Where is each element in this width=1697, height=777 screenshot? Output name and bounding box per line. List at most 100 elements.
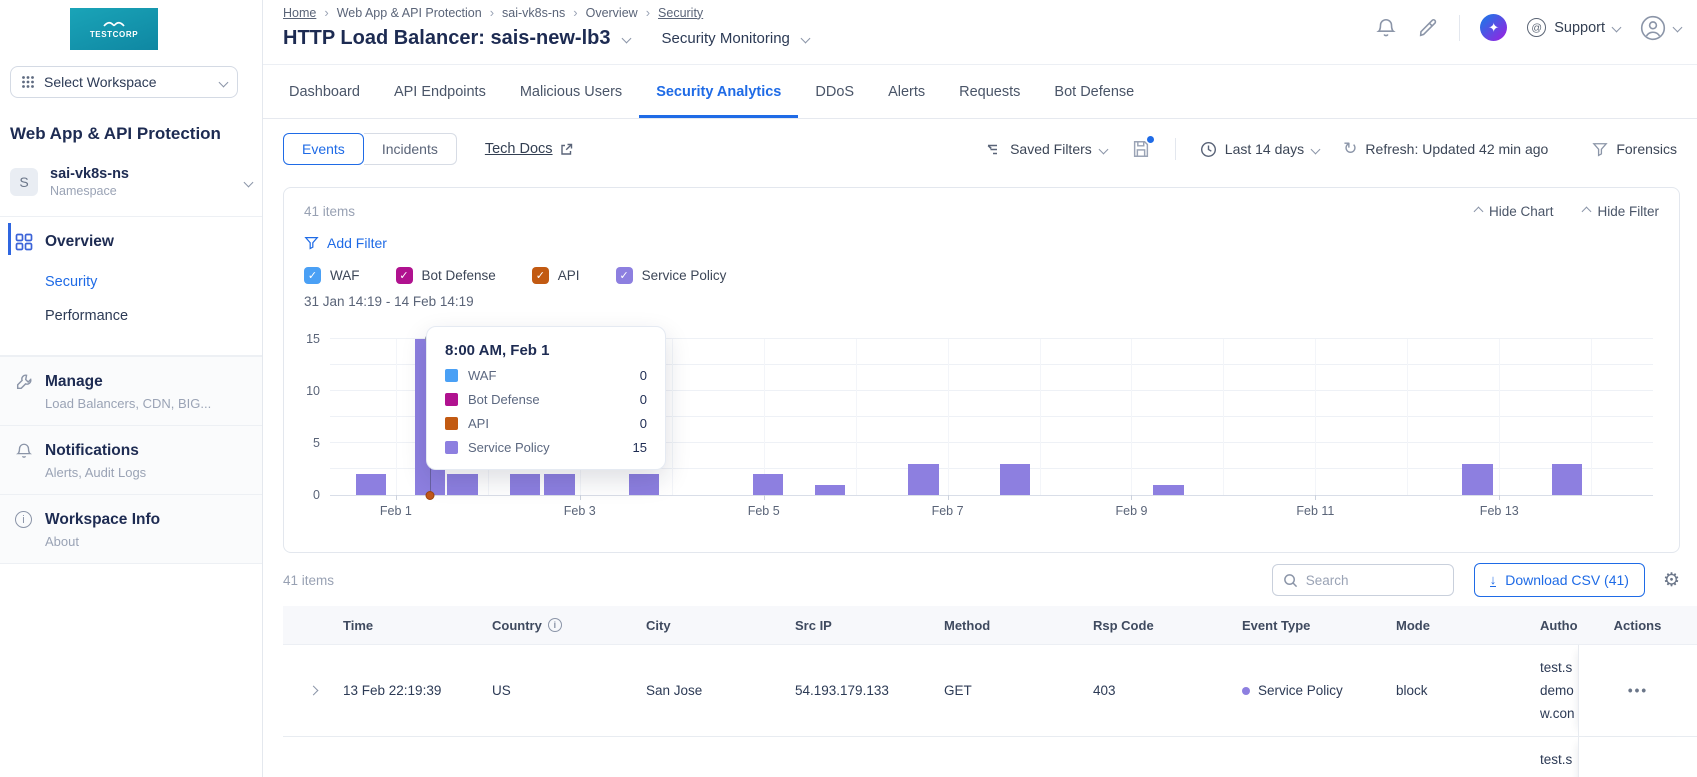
tech-docs-link[interactable]: Tech Docs	[485, 141, 573, 157]
ai-assistant-badge[interactable]: ✦	[1480, 14, 1508, 41]
sidebar-item-performance[interactable]: Performance	[0, 299, 262, 333]
main-content: Home › Web App & API Protection › sai-vk…	[263, 0, 1697, 777]
workspace-selector[interactable]: Select Workspace	[10, 66, 238, 98]
breadcrumb-overview[interactable]: Overview	[586, 6, 638, 20]
chevron-down-icon[interactable]	[621, 33, 631, 44]
chart-bar[interactable]	[999, 463, 1031, 495]
sidebar-item-overview[interactable]: Overview	[0, 217, 262, 265]
chevron-down-icon	[243, 177, 254, 187]
sidebar-item-label: Workspace Info	[45, 511, 161, 528]
series-label: API	[468, 416, 489, 431]
chart-bar[interactable]	[1551, 463, 1583, 495]
table-row[interactable]: 13 Feb 22:19:39 US San Jose 54.193.179.1…	[283, 645, 1697, 737]
header-authority[interactable]: Autho	[1515, 614, 1578, 637]
tab-requests[interactable]: Requests	[942, 65, 1037, 118]
row-expander[interactable]	[283, 685, 343, 696]
table-row[interactable]: 13 Feb 21:18:40 US San Jose 54.183.185.1…	[283, 737, 1697, 777]
x-axis-label: Feb 5	[747, 504, 780, 518]
chart-bar[interactable]	[1462, 463, 1493, 495]
breadcrumb-security[interactable]: Security	[658, 6, 703, 20]
legend-checkbox-bot-defense[interactable]: ✓ Bot Defense	[395, 267, 496, 284]
header-mode[interactable]: Mode	[1396, 618, 1515, 633]
chart-bar[interactable]	[447, 474, 478, 495]
add-filter-button[interactable]: Add Filter	[304, 235, 1659, 251]
sidebar-item-security[interactable]: Security	[0, 265, 262, 299]
series-value: 0	[639, 416, 647, 431]
tab-bot-defense[interactable]: Bot Defense	[1037, 65, 1151, 118]
series-label: Service Policy	[468, 440, 550, 455]
notifications-bell-icon[interactable]	[1375, 17, 1397, 39]
bird-icon	[101, 19, 127, 28]
table-settings-gear-icon[interactable]: ⚙	[1663, 569, 1680, 592]
pen-icon[interactable]	[1417, 17, 1439, 39]
cell-time: 13 Feb 22:19:39	[343, 683, 442, 698]
wrench-icon	[15, 373, 33, 391]
chart-bar[interactable]	[1153, 484, 1184, 495]
chevron-down-icon	[1611, 22, 1622, 33]
legend-checkbox-api[interactable]: ✓ API	[531, 267, 580, 284]
sidebar-item-notifications[interactable]: Notifications Alerts, Audit Logs	[0, 426, 262, 495]
api-series-marker	[425, 491, 435, 500]
legend-label: Bot Defense	[421, 268, 496, 283]
search-input[interactable]	[1305, 572, 1443, 588]
header-event-type[interactable]: Event Type	[1242, 618, 1396, 633]
chart-bar[interactable]	[908, 463, 939, 495]
legend-checkbox-waf[interactable]: ✓ WAF	[304, 267, 360, 284]
header-src-ip[interactable]: Src IP	[795, 618, 944, 633]
chart-bar[interactable]	[355, 474, 386, 495]
chart-bar[interactable]	[510, 474, 541, 495]
overview-grid-icon	[15, 233, 33, 251]
namespace-selector[interactable]: S sai-vk8s-ns Namespace	[10, 166, 254, 198]
sidebar-item-workspace-info[interactable]: i Workspace Info About	[0, 495, 262, 564]
chart-bar[interactable]	[752, 474, 784, 495]
unsaved-indicator-dot	[1146, 136, 1154, 143]
breadcrumb-home[interactable]: Home	[283, 6, 316, 20]
breadcrumb-waap[interactable]: Web App & API Protection	[337, 6, 482, 20]
header-rsp-code[interactable]: Rsp Code	[1093, 618, 1242, 633]
hide-chart-link[interactable]: Hide Chart	[1473, 204, 1553, 219]
sidebar-item-subtitle: Alerts, Audit Logs	[45, 465, 147, 480]
series-swatch	[445, 369, 458, 382]
header-time[interactable]: Time	[343, 618, 492, 633]
series-swatch	[445, 417, 458, 430]
add-filter-label: Add Filter	[327, 235, 387, 251]
chart-bar[interactable]	[814, 484, 846, 495]
header-city[interactable]: City	[646, 618, 795, 633]
sidebar-item-manage[interactable]: Manage Load Balancers, CDN, BIG...	[0, 356, 262, 426]
header-method[interactable]: Method	[944, 618, 1093, 633]
funnel-icon	[1592, 142, 1608, 157]
chevron-up-icon	[1473, 206, 1484, 217]
time-range-dropdown[interactable]: Last 14 days	[1200, 141, 1321, 158]
download-csv-button[interactable]: ↓ Download CSV (41)	[1473, 563, 1645, 597]
chart-bar[interactable]	[628, 474, 660, 495]
tab-dashboard[interactable]: Dashboard	[272, 65, 377, 118]
incidents-toggle-button[interactable]: Incidents	[363, 133, 457, 165]
support-menu[interactable]: @ Support	[1527, 18, 1622, 37]
chevron-right-icon	[308, 685, 318, 696]
legend-checkbox-service-policy[interactable]: ✓ Service Policy	[615, 267, 726, 284]
forensics-label: Forensics	[1616, 141, 1677, 157]
save-filter-button[interactable]	[1131, 136, 1154, 159]
saved-filters-dropdown[interactable]: Saved Filters	[987, 141, 1109, 157]
forensics-button[interactable]: Forensics	[1592, 141, 1677, 157]
header-country[interactable]: Country i	[492, 618, 646, 633]
series-swatch	[445, 441, 458, 454]
breadcrumb-namespace[interactable]: sai-vk8s-ns	[502, 6, 565, 20]
events-toggle-button[interactable]: Events	[283, 133, 364, 165]
chevron-down-icon[interactable]	[800, 33, 811, 44]
cell-method: GET	[944, 683, 972, 698]
series-label: WAF	[468, 368, 497, 383]
hide-filter-link[interactable]: Hide Filter	[1582, 204, 1659, 219]
search-icon	[1283, 573, 1298, 588]
tab-api-endpoints[interactable]: API Endpoints	[377, 65, 503, 118]
monitoring-selector[interactable]: Security Monitoring	[662, 30, 790, 47]
refresh-button[interactable]: ↻ Refresh: Updated 42 min ago	[1343, 139, 1548, 159]
chart-bar[interactable]	[544, 474, 575, 495]
account-menu[interactable]	[1640, 15, 1683, 41]
tab-security-analytics[interactable]: Security Analytics	[639, 65, 798, 118]
row-actions-menu[interactable]: •••	[1628, 683, 1648, 698]
x-axis-label: Feb 11	[1296, 504, 1335, 518]
tab-alerts[interactable]: Alerts	[871, 65, 942, 118]
tab-ddos[interactable]: DDoS	[798, 65, 871, 118]
tab-malicious-users[interactable]: Malicious Users	[503, 65, 639, 118]
